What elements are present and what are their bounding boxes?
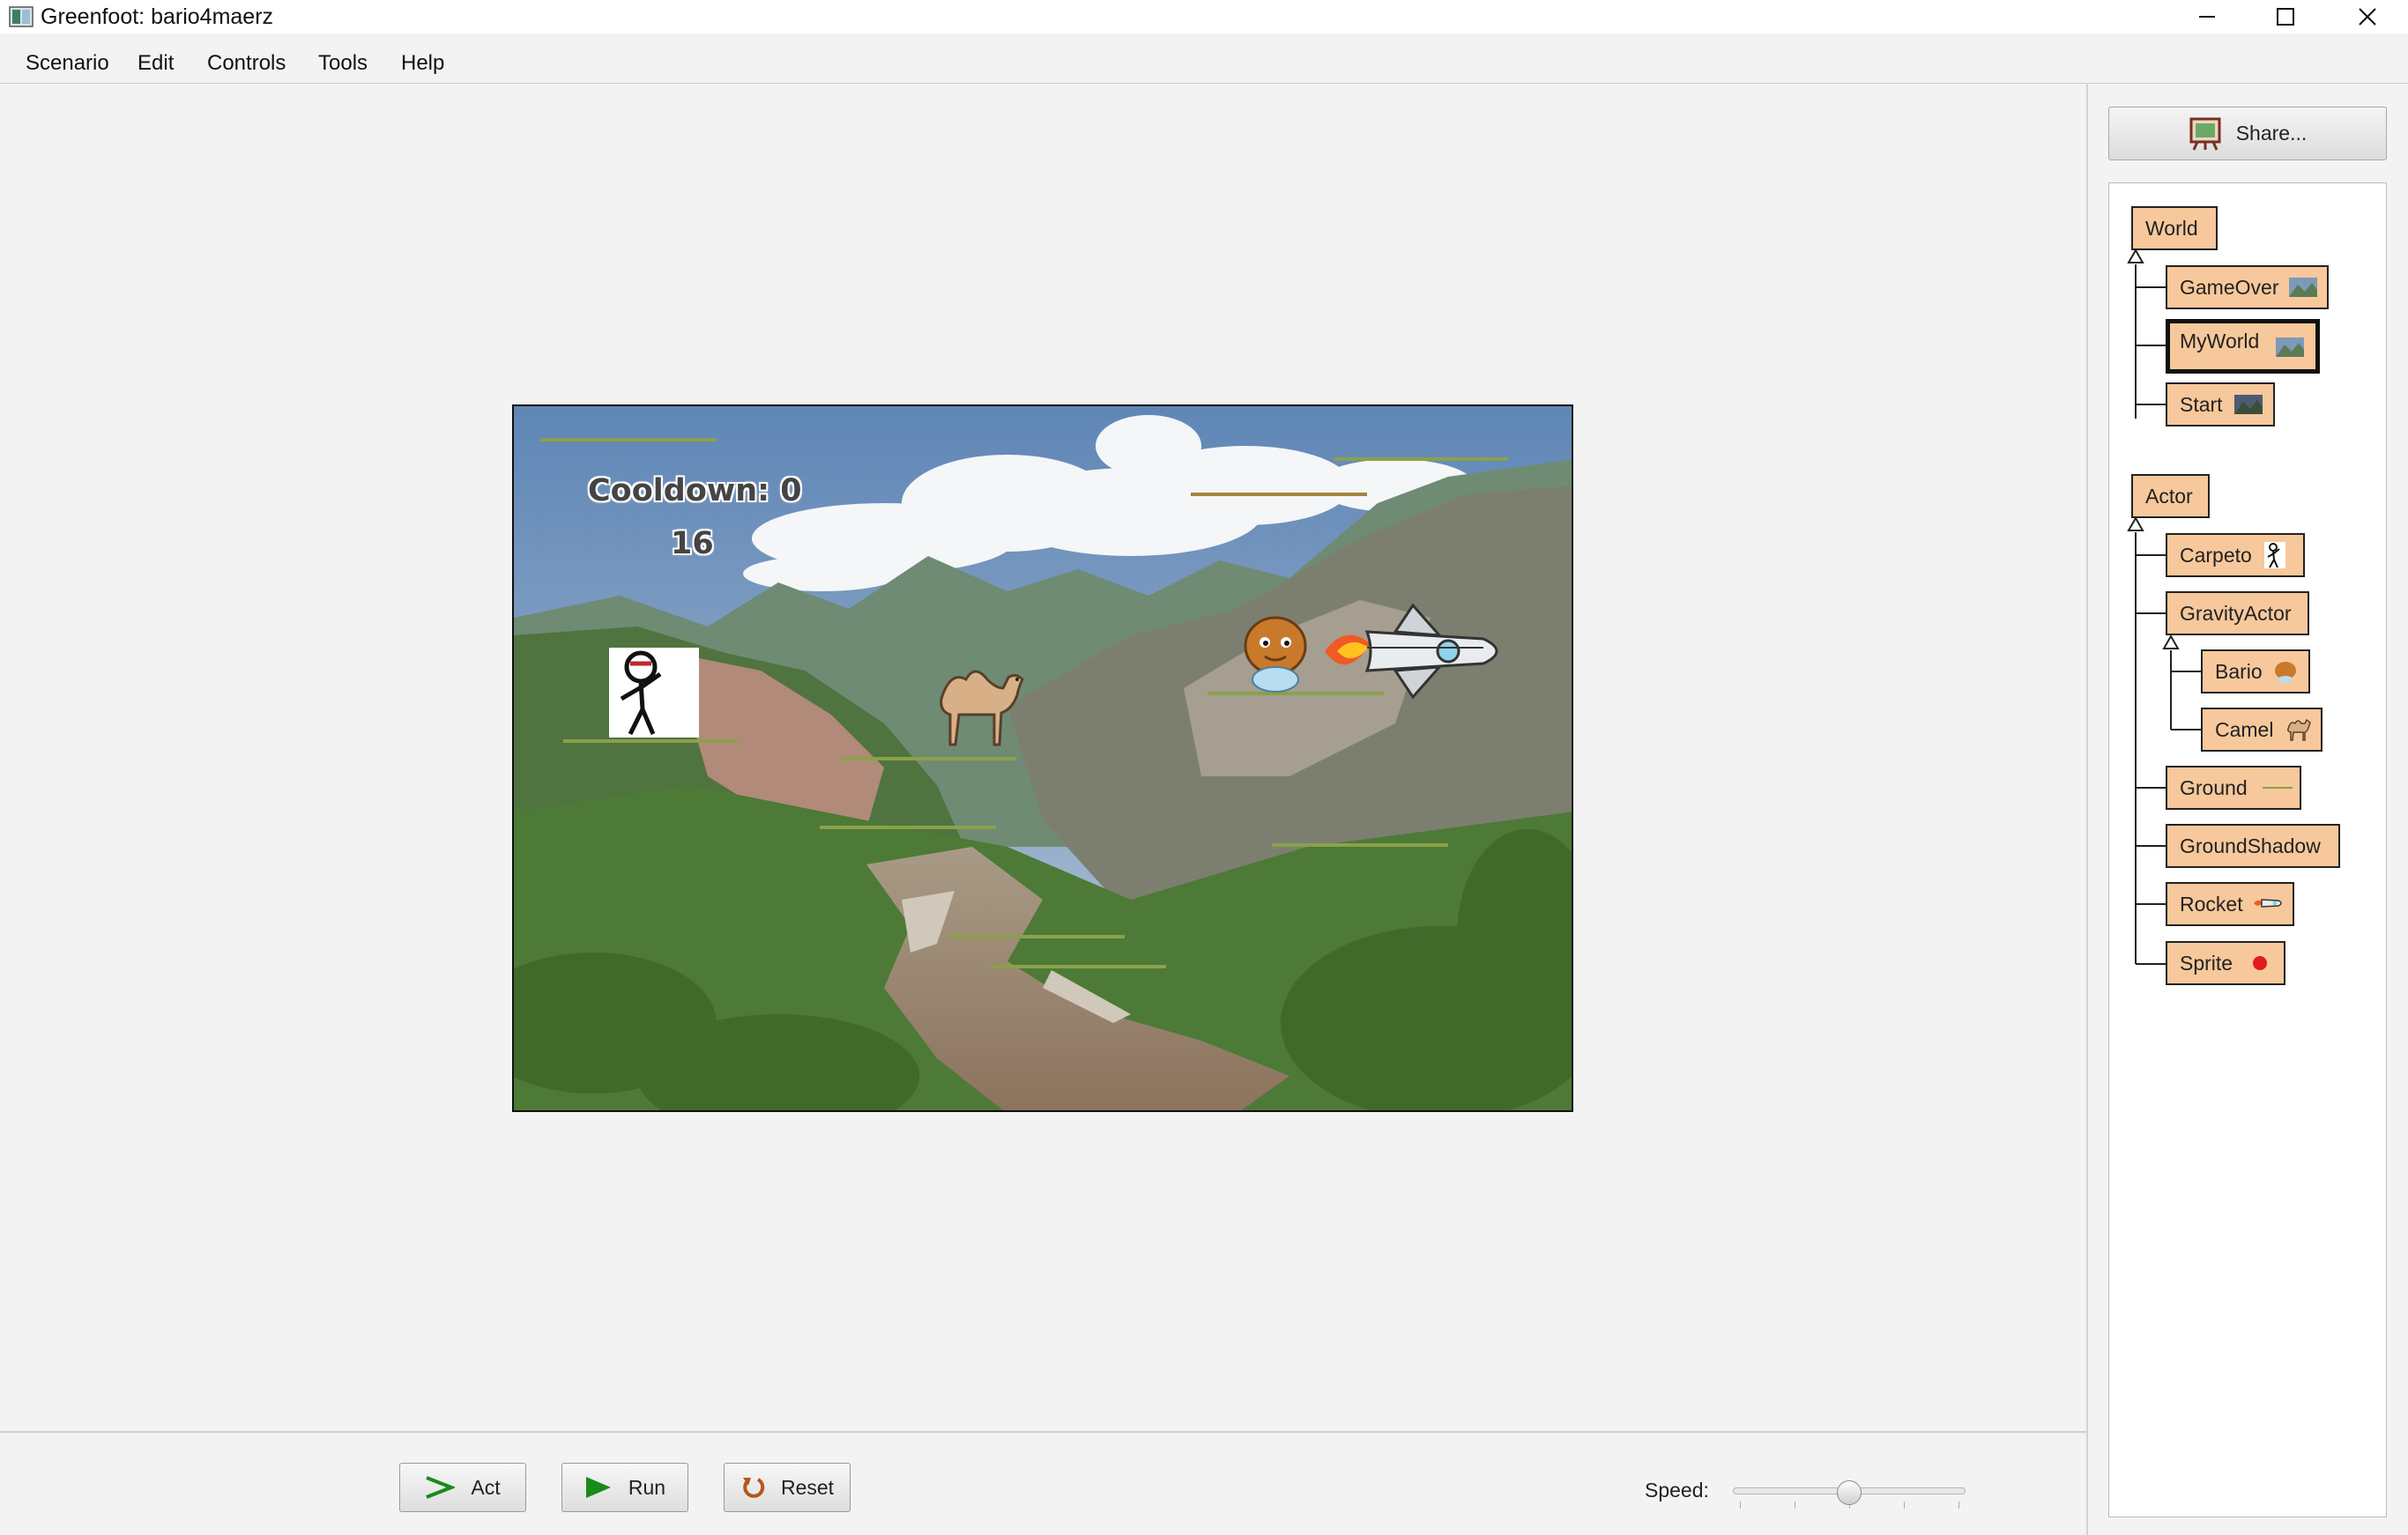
menu-bar: Scenario Edit Controls Tools Help bbox=[0, 46, 2408, 81]
landscape-icon bbox=[2234, 395, 2263, 414]
tree-branch bbox=[2171, 671, 2203, 672]
speed-tick bbox=[1904, 1502, 1905, 1509]
class-gameover[interactable]: GameOver bbox=[2166, 265, 2329, 309]
share-label: Share... bbox=[2235, 122, 2308, 145]
world-background bbox=[514, 406, 1572, 1110]
class-sprite[interactable]: Sprite bbox=[2166, 941, 2285, 985]
class-gravityactor[interactable]: GravityActor bbox=[2166, 591, 2309, 635]
tree-branch bbox=[2136, 845, 2167, 847]
gravity-inheritance-arrow bbox=[2162, 634, 2180, 730]
landscape-icon bbox=[2276, 337, 2304, 357]
speed-tick bbox=[1740, 1502, 1741, 1509]
speed-slider-thumb[interactable] bbox=[1837, 1480, 1862, 1505]
tree-branch bbox=[2136, 903, 2167, 905]
window-title: Greenfoot: bario4maerz bbox=[41, 4, 274, 29]
menu-edit[interactable]: Edit bbox=[137, 46, 174, 81]
world-view[interactable]: Cooldown: 0 16 bbox=[512, 404, 1573, 1112]
act-button[interactable]: Act bbox=[399, 1463, 526, 1512]
landscape-icon bbox=[2289, 278, 2317, 297]
ground-line-icon bbox=[2263, 787, 2293, 789]
camel-icon bbox=[2287, 718, 2311, 741]
class-rocket-label: Rocket bbox=[2180, 893, 2243, 916]
reset-button[interactable]: Reset bbox=[724, 1463, 851, 1512]
actor-inheritance-arrow bbox=[2127, 516, 2144, 964]
class-rocket[interactable]: Rocket bbox=[2166, 882, 2294, 926]
minimize-button[interactable] bbox=[2166, 0, 2248, 33]
carpeto-actor[interactable] bbox=[609, 648, 699, 738]
rocket-icon bbox=[2254, 899, 2282, 908]
menu-help[interactable]: Help bbox=[401, 46, 444, 81]
menu-tools[interactable]: Tools bbox=[318, 46, 368, 81]
class-world[interactable]: World bbox=[2131, 206, 2218, 250]
close-button[interactable] bbox=[2327, 0, 2408, 33]
run-button[interactable]: Run bbox=[561, 1463, 688, 1512]
tree-branch bbox=[2171, 729, 2203, 730]
tree-branch bbox=[2136, 612, 2167, 614]
class-sprite-label: Sprite bbox=[2180, 952, 2233, 975]
tree-branch bbox=[2136, 404, 2167, 405]
reset-label: Reset bbox=[780, 1475, 835, 1499]
maximize-button[interactable] bbox=[2245, 0, 2326, 33]
world-inheritance-arrow bbox=[2127, 248, 2144, 419]
controls-divider bbox=[0, 1431, 2087, 1433]
class-actor[interactable]: Actor bbox=[2131, 474, 2210, 518]
bario-actor[interactable] bbox=[1244, 616, 1307, 693]
class-ground[interactable]: Ground bbox=[2166, 766, 2301, 810]
reset-icon bbox=[742, 1478, 765, 1498]
minimize-icon bbox=[2199, 16, 2215, 18]
class-myworld[interactable]: MyWorld bbox=[2166, 319, 2320, 374]
share-button[interactable]: Share... bbox=[2108, 107, 2387, 160]
class-carpeto-label: Carpeto bbox=[2180, 544, 2252, 567]
class-bario[interactable]: Bario bbox=[2201, 649, 2310, 693]
menu-divider bbox=[0, 83, 2408, 84]
class-gameover-label: GameOver bbox=[2180, 276, 2279, 299]
class-groundshadow[interactable]: GroundShadow bbox=[2166, 824, 2340, 868]
class-ground-label: Ground bbox=[2180, 776, 2248, 799]
stickman-icon bbox=[2264, 542, 2285, 568]
maximize-icon bbox=[2277, 8, 2294, 26]
run-label: Run bbox=[628, 1475, 666, 1499]
tree-branch bbox=[2136, 345, 2167, 346]
score-label: 16 bbox=[671, 526, 714, 561]
bario-icon bbox=[2275, 662, 2296, 683]
tree-branch bbox=[2136, 787, 2167, 789]
cooldown-label: Cooldown: 0 bbox=[588, 473, 802, 508]
class-camel-label: Camel bbox=[2215, 718, 2274, 741]
class-bario-label: Bario bbox=[2215, 660, 2263, 683]
act-icon bbox=[426, 1476, 456, 1499]
share-icon bbox=[2189, 117, 2221, 151]
class-carpeto[interactable]: Carpeto bbox=[2166, 533, 2305, 577]
speed-tick bbox=[1958, 1502, 1959, 1509]
class-myworld-label: MyWorld bbox=[2180, 330, 2260, 352]
title-bar: Greenfoot: bario4maerz bbox=[0, 0, 2408, 33]
speed-label: Speed: bbox=[1645, 1479, 1709, 1502]
class-camel[interactable]: Camel bbox=[2201, 708, 2323, 752]
tree-branch bbox=[2136, 554, 2167, 556]
tree-branch bbox=[2136, 286, 2167, 288]
class-start-label: Start bbox=[2180, 393, 2223, 416]
menu-controls[interactable]: Controls bbox=[207, 46, 286, 81]
panel-divider bbox=[2086, 83, 2088, 1535]
class-diagram: World GameOver MyWorld Start Actor Carpe… bbox=[2108, 182, 2387, 1517]
run-icon bbox=[585, 1477, 611, 1498]
tree-branch bbox=[2136, 963, 2167, 965]
act-label: Act bbox=[471, 1475, 501, 1499]
menu-scenario[interactable]: Scenario bbox=[26, 46, 109, 81]
greenfoot-app-icon bbox=[9, 6, 33, 27]
class-start[interactable]: Start bbox=[2166, 382, 2275, 426]
red-dot-icon bbox=[2253, 956, 2267, 970]
close-icon bbox=[2359, 8, 2376, 26]
